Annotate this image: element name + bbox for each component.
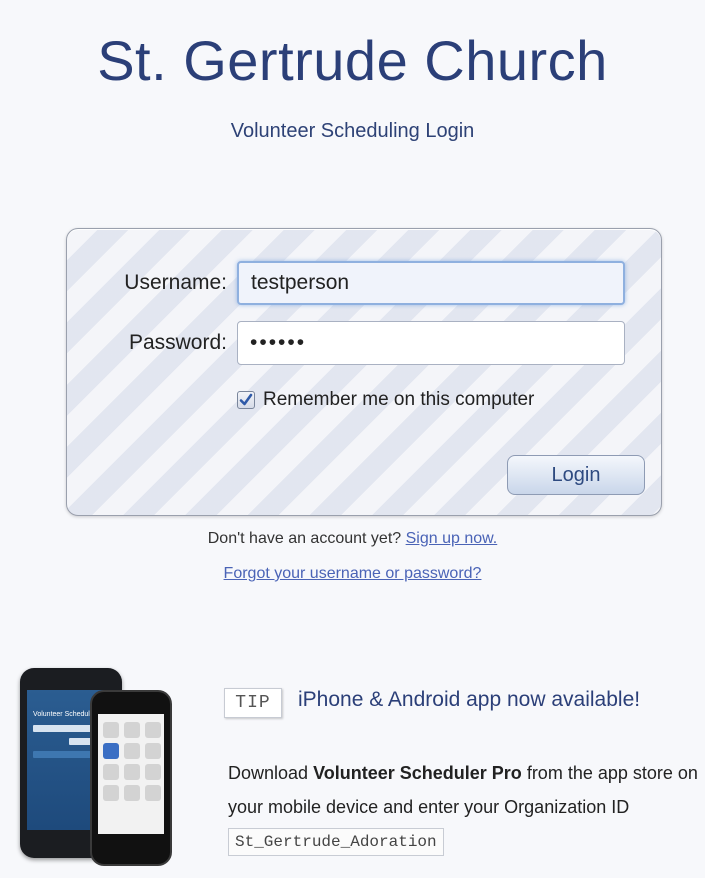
- app-tile: [145, 722, 161, 738]
- app-tile: [124, 722, 140, 738]
- remember-me-checkbox[interactable]: [237, 391, 255, 409]
- app-tile: [103, 785, 119, 801]
- forgot-credentials-link[interactable]: Forgot your username or password?: [224, 565, 482, 582]
- org-id-label: Organization ID: [504, 797, 630, 817]
- password-input[interactable]: [237, 321, 625, 365]
- app-name: Volunteer Scheduler Pro: [313, 763, 522, 783]
- mobile-app-illustration: Volunteer Scheduler Pro: [20, 668, 180, 868]
- app-tile: [145, 785, 161, 801]
- login-panel: Username: Password: Remember me on this …: [66, 228, 662, 516]
- download-prefix: Download: [228, 763, 309, 783]
- iphone-screen: [98, 714, 164, 834]
- signup-row: Don't have an account yet? Sign up now.: [0, 530, 705, 548]
- checkmark-icon: [239, 393, 253, 406]
- remember-me-label[interactable]: Remember me on this computer: [263, 389, 534, 411]
- username-label: Username:: [124, 271, 227, 294]
- org-id-value: St_Gertrude_Adoration: [228, 828, 444, 857]
- username-input[interactable]: [237, 261, 625, 305]
- iphone-image: [90, 690, 172, 866]
- password-label: Password:: [128, 331, 227, 354]
- app-tile: [103, 764, 119, 780]
- page-subtitle: Volunteer Scheduling Login: [230, 120, 475, 142]
- app-tile: [145, 743, 161, 759]
- page-title: St. Gertrude Church: [97, 29, 608, 92]
- signup-link[interactable]: Sign up now.: [406, 530, 498, 547]
- app-tile: [124, 743, 140, 759]
- tip-badge: TIP: [224, 688, 282, 718]
- download-instructions: Download Volunteer Scheduler Pro from th…: [228, 756, 698, 858]
- remember-me-row: Remember me on this computer: [237, 387, 534, 413]
- app-tile: [124, 764, 140, 780]
- app-tile: [124, 785, 140, 801]
- login-button[interactable]: Login: [507, 455, 645, 495]
- app-tile: [103, 722, 119, 738]
- no-account-text: Don't have an account yet?: [207, 530, 402, 547]
- app-tile: [103, 743, 119, 759]
- forgot-row: Forgot your username or password?: [0, 565, 705, 583]
- tip-headline: iPhone & Android app now available!: [298, 688, 641, 711]
- app-tile: [145, 764, 161, 780]
